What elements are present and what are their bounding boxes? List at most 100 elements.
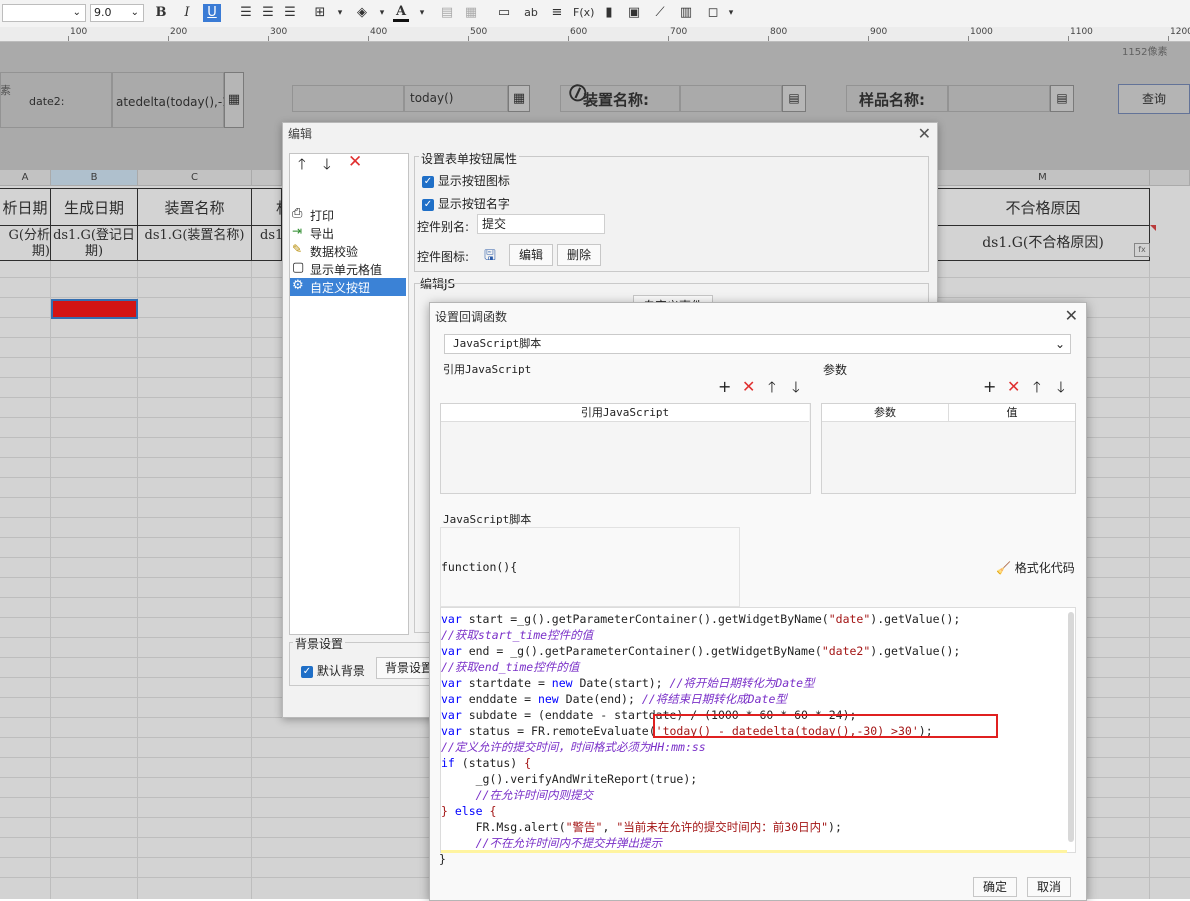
- delete-icon[interactable]: ✕: [742, 377, 755, 396]
- ref-js-table: 引用JavaScript: [440, 403, 811, 494]
- ruler-tick-label: 600: [570, 27, 588, 37]
- text-ab-icon[interactable]: ab: [523, 4, 539, 22]
- checkbox-label: 显示按钮名字: [437, 197, 510, 211]
- formula-icon[interactable]: F(x): [573, 4, 594, 22]
- add-icon[interactable]: +: [983, 377, 996, 396]
- add-icon[interactable]: +: [718, 377, 731, 396]
- function-header: function(){: [441, 560, 518, 574]
- code-line: //获取start_time控件的值: [441, 628, 594, 642]
- code-line: var end = _g().getParameterContainer().g…: [441, 644, 961, 658]
- chevron-down-icon[interactable]: ▾: [723, 4, 739, 22]
- ruler-tick-label: 900: [870, 27, 888, 37]
- underline-button[interactable]: U: [203, 4, 221, 22]
- move-down-icon[interactable]: 🡓: [323, 154, 331, 179]
- align-center-icon[interactable]: ☰: [260, 4, 276, 22]
- move-up-icon[interactable]: 🡑: [298, 154, 306, 179]
- list-item[interactable]: ⎙ 打印: [290, 206, 406, 224]
- chevron-down-icon: ⌄: [1054, 337, 1065, 351]
- checkbox-label: 显示按钮图标: [437, 174, 510, 188]
- alias-input[interactable]: 提交: [477, 214, 605, 234]
- chevron-down-icon[interactable]: ▾: [414, 4, 430, 22]
- ref-js-column-header: 引用JavaScript: [441, 404, 809, 422]
- show-name-checkbox[interactable]: ✓ 显示按钮名字: [422, 195, 510, 212]
- list-item[interactable]: ✎ 数据校验: [290, 242, 406, 260]
- split-cells-icon[interactable]: ▦: [463, 4, 479, 22]
- code-line: FR.Msg.alert("警告", "当前未在允许的提交时间内：前30日内")…: [441, 820, 842, 834]
- code-line: var start =_g().getParameterContainer().…: [441, 612, 961, 626]
- chevron-down-icon[interactable]: ▾: [332, 4, 348, 22]
- move-down-icon[interactable]: 🡓: [792, 377, 800, 402]
- ruler-tick-label: 200: [170, 27, 188, 37]
- border-icon[interactable]: ⊞: [312, 4, 328, 22]
- ruler-tick-label: 300: [270, 27, 288, 37]
- list-item-label: 自定义按钮: [310, 281, 371, 295]
- chart-icon[interactable]: ▮: [601, 4, 617, 22]
- list-item[interactable]: ▢ 显示单元格值: [290, 260, 406, 278]
- pencil-icon: ✎: [292, 242, 303, 256]
- move-up-icon[interactable]: 🡑: [768, 377, 776, 402]
- checkbox-checked-icon: ✓: [422, 198, 434, 211]
- image-icon[interactable]: ▣: [626, 4, 642, 22]
- value-column-header: 值: [949, 404, 1075, 422]
- checkbox-checked-icon: ✓: [301, 665, 313, 678]
- default-background-checkbox[interactable]: ✓ 默认背景: [301, 662, 365, 679]
- close-icon[interactable]: ✕: [918, 125, 931, 143]
- frame-icon[interactable]: ◻: [705, 4, 721, 22]
- delete-icon[interactable]: ✕: [1007, 377, 1020, 396]
- params-table: 参数 值: [821, 403, 1076, 494]
- list-item-label: 打印: [310, 209, 335, 223]
- show-icon-checkbox[interactable]: ✓ 显示按钮图标: [422, 172, 510, 189]
- close-icon[interactable]: ✕: [1065, 306, 1078, 325]
- chevron-down-icon[interactable]: ▾: [374, 4, 390, 22]
- script-type-select[interactable]: JavaScript脚本 ⌄: [444, 334, 1071, 354]
- paragraph-icon[interactable]: ≡: [549, 4, 565, 22]
- sub-report-icon[interactable]: ▥: [678, 4, 694, 22]
- closing-brace: }: [439, 852, 446, 866]
- params-label: 参数: [823, 363, 848, 377]
- cell-value-icon: ▢: [292, 260, 305, 275]
- ruler-tick-label: 500: [470, 27, 488, 37]
- list-item[interactable]: ⇥ 导出: [290, 224, 406, 242]
- dialog-title: 编辑: [288, 127, 313, 141]
- italic-button[interactable]: I: [179, 4, 195, 22]
- list-item-selected[interactable]: ⚙ 自定义按钮: [290, 278, 406, 296]
- list-item-label: 导出: [310, 227, 335, 241]
- font-size-select[interactable]: 9.0 ⌄: [90, 4, 144, 22]
- ruler-tick-label: 800: [770, 27, 788, 37]
- ruler-tick-label: 400: [370, 27, 388, 37]
- align-right-icon[interactable]: ☰: [282, 4, 298, 22]
- delete-icon[interactable]: ✕: [348, 152, 362, 172]
- cancel-button[interactable]: 取消: [1027, 877, 1071, 897]
- text-field-icon[interactable]: ▭: [496, 4, 512, 22]
- export-icon: ⇥: [292, 224, 303, 238]
- edit-icon-button[interactable]: 编辑: [509, 244, 553, 266]
- gear-icon: ⚙: [292, 278, 304, 293]
- checkbox-checked-icon: ✓: [422, 175, 434, 188]
- merge-cells-icon[interactable]: ▤: [439, 4, 455, 22]
- code-line: //不在允许时间内不提交并弹出提示: [441, 836, 662, 850]
- printer-icon: ⎙: [292, 206, 303, 221]
- alias-label: 控件别名:: [417, 220, 470, 234]
- delete-icon-button[interactable]: 删除: [557, 244, 601, 266]
- ruler-tick-label: 100: [70, 27, 88, 37]
- code-editor-scrollbar[interactable]: [1068, 612, 1074, 842]
- ok-button[interactable]: 确定: [973, 877, 1017, 897]
- list-item-label: 数据校验: [310, 245, 359, 259]
- move-down-icon[interactable]: 🡓: [1057, 377, 1065, 402]
- move-up-icon[interactable]: 🡑: [1033, 377, 1041, 402]
- font-name-select[interactable]: ⌄: [2, 4, 86, 22]
- font-size-value: 9.0: [94, 6, 112, 19]
- fill-color-icon[interactable]: ◈: [354, 4, 370, 22]
- ruler-tick-label: 1000: [970, 27, 993, 37]
- dialog-title: 设置回调函数: [435, 310, 508, 324]
- format-code-label: 格式化代码: [1014, 561, 1075, 575]
- format-code-button[interactable]: 🧹 格式化代码: [996, 559, 1075, 576]
- code-line: //在允许时间内则提交: [441, 788, 593, 802]
- slash-icon[interactable]: ⟋: [652, 4, 668, 22]
- chevron-down-icon: ⌄: [130, 7, 139, 18]
- ref-js-label: 引用JavaScript: [443, 363, 532, 376]
- code-line: if (status) {: [441, 756, 532, 770]
- align-left-icon[interactable]: ☰: [238, 4, 254, 22]
- font-color-icon[interactable]: A: [393, 4, 409, 22]
- bold-button[interactable]: B: [153, 4, 169, 22]
